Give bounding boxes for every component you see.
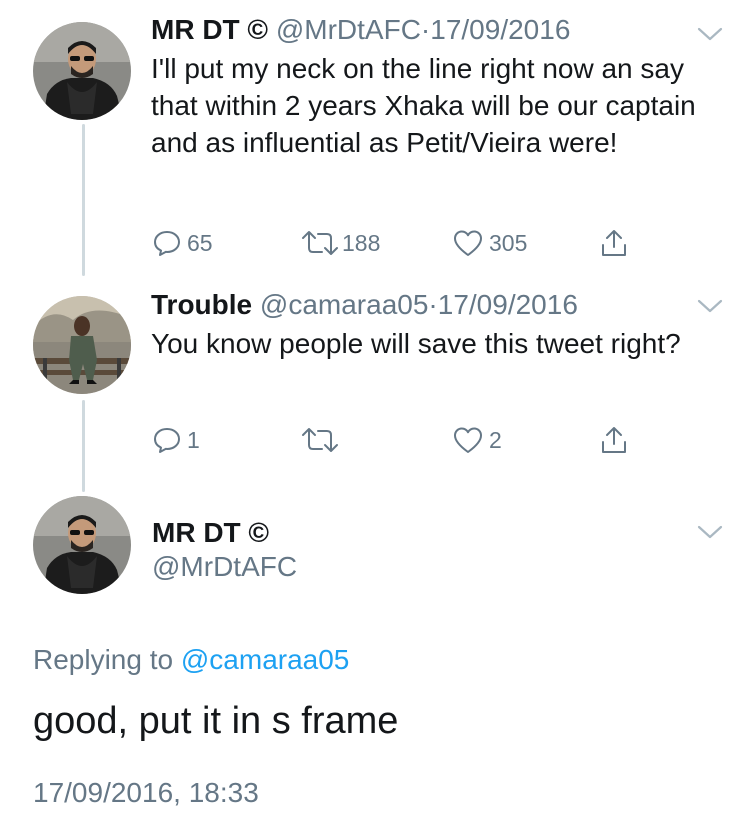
- avatar-trouble-image: [33, 296, 131, 394]
- like-button[interactable]: 305: [452, 228, 527, 258]
- display-name[interactable]: MR DT ©: [151, 14, 268, 45]
- user-handle[interactable]: @camaraa05: [260, 289, 429, 320]
- like-count: 305: [489, 229, 528, 256]
- display-name[interactable]: Trouble: [151, 289, 252, 320]
- tweet-header: MR DT © @MrDtAFC·17/09/2016: [151, 12, 701, 48]
- retweet-count: 188: [342, 229, 381, 256]
- avatar[interactable]: [33, 22, 131, 120]
- retweet-icon: [302, 231, 338, 255]
- separator-dot: ·: [420, 14, 431, 45]
- like-button[interactable]: 2: [452, 425, 502, 455]
- reply-count: 65: [187, 229, 213, 256]
- replying-to-label: Replying to: [33, 644, 174, 675]
- tweet-text: You know people will save this tweet rig…: [151, 328, 681, 359]
- share-button[interactable]: [599, 228, 629, 258]
- tweet-menu-chevron[interactable]: [695, 522, 725, 542]
- tweet-text: good, put it in s frame: [33, 700, 399, 742]
- avatar[interactable]: [33, 496, 131, 594]
- tweet[interactable]: MR DT © @MrDtAFC·17/09/2016 I'll put my …: [151, 12, 701, 161]
- heart-icon: [454, 427, 482, 453]
- reply-icon: [154, 428, 180, 453]
- user-handle[interactable]: @MrDtAFC: [276, 14, 421, 45]
- share-icon: [602, 427, 626, 453]
- thread-connector-line: [82, 124, 85, 276]
- avatar[interactable]: [33, 296, 131, 394]
- display-name[interactable]: MR DT ©: [152, 516, 269, 550]
- thread-connector-line: [82, 400, 85, 492]
- avatar-mrdt-image: [33, 22, 131, 120]
- avatar-mrdt-image: [33, 496, 131, 594]
- heart-icon: [454, 230, 482, 256]
- replying-to-line: Replying to @camaraa05: [33, 642, 349, 678]
- retweet-button[interactable]: 188: [300, 228, 380, 258]
- tweet-header: Trouble @camaraa05·17/09/2016: [151, 287, 701, 323]
- like-count: 2: [489, 426, 502, 453]
- retweet-icon: [302, 428, 338, 452]
- tweet[interactable]: Trouble @camaraa05·17/09/2016 You know p…: [151, 287, 701, 362]
- reply-button[interactable]: 65: [152, 228, 213, 258]
- tweet-text: I'll put my neck on the line right now a…: [151, 53, 696, 158]
- chevron-down-icon: [697, 525, 723, 539]
- replying-to-mention[interactable]: @camaraa05: [181, 644, 350, 675]
- share-icon: [602, 230, 626, 256]
- tweet-date[interactable]: 17/09/2016: [438, 289, 578, 320]
- reply-icon: [154, 231, 180, 256]
- share-button[interactable]: [599, 425, 629, 455]
- separator-dot: ·: [428, 289, 438, 320]
- tweet-date[interactable]: 17/09/2016: [430, 14, 570, 45]
- reply-button[interactable]: 1: [152, 425, 200, 455]
- tweet-timestamp[interactable]: 17/09/2016, 18:33: [33, 775, 259, 811]
- reply-count: 1: [187, 426, 200, 453]
- user-handle[interactable]: @MrDtAFC: [152, 550, 297, 584]
- retweet-button[interactable]: [300, 425, 345, 455]
